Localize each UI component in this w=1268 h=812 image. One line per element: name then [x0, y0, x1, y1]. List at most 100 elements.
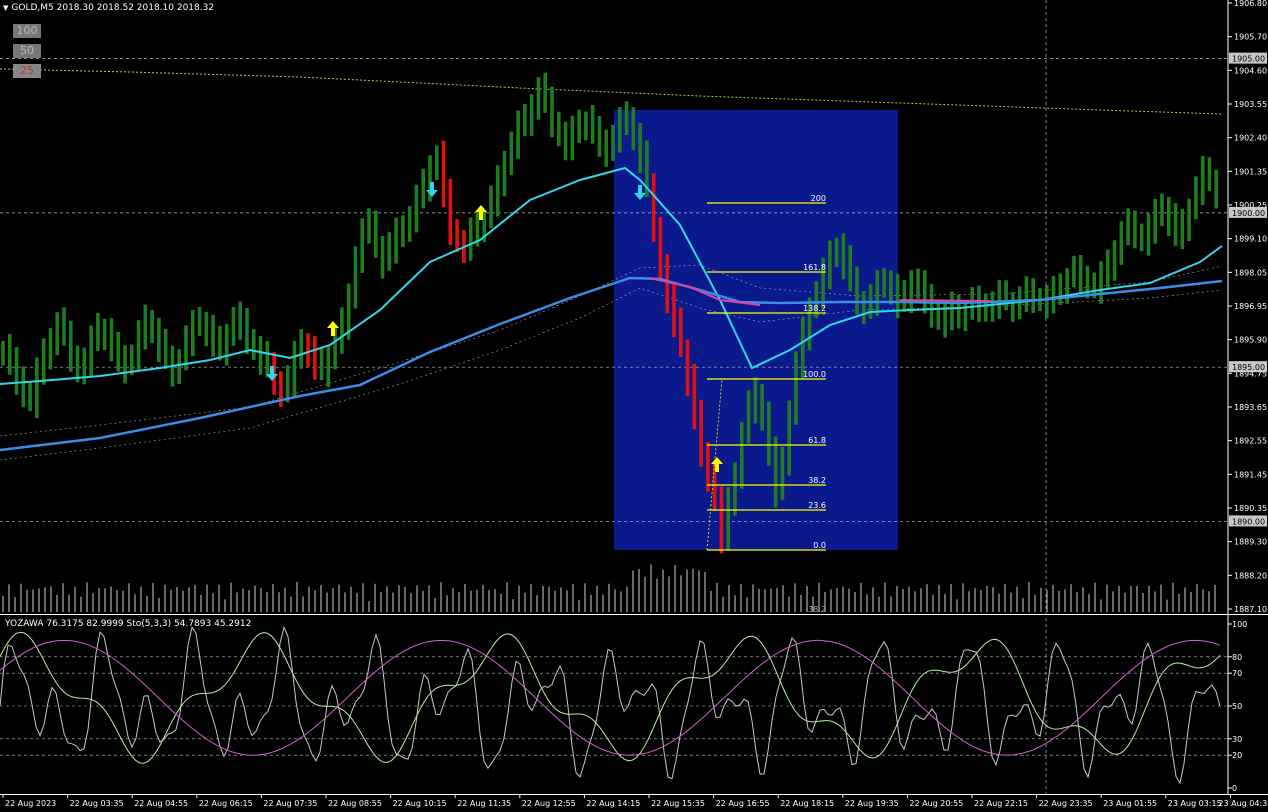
price-bar[interactable]: [231, 307, 236, 346]
price-bar[interactable]: [1, 340, 5, 366]
price-bar[interactable]: [502, 150, 507, 197]
price-bar[interactable]: [150, 310, 154, 344]
price-bar[interactable]: [299, 329, 304, 369]
price-bar[interactable]: [373, 210, 378, 258]
price-bar[interactable]: [340, 307, 344, 354]
price-bar[interactable]: [245, 307, 249, 355]
price-bar[interactable]: [258, 335, 263, 375]
price-bar[interactable]: [590, 105, 595, 144]
price-bar[interactable]: [96, 312, 100, 352]
price-bar[interactable]: [306, 333, 310, 367]
price-bar[interactable]: [909, 270, 914, 314]
price-bar[interactable]: [265, 341, 270, 378]
price-bar[interactable]: [665, 254, 670, 314]
price-bar[interactable]: [421, 168, 426, 209]
price-bar[interactable]: [658, 217, 663, 281]
price-bar[interactable]: [861, 290, 866, 324]
price-bar[interactable]: [1044, 284, 1049, 319]
price-bar[interactable]: [129, 344, 134, 376]
price-bar[interactable]: [367, 208, 371, 244]
price-bar[interactable]: [767, 401, 771, 466]
price-bar[interactable]: [75, 345, 80, 383]
price-bar[interactable]: [292, 340, 297, 397]
price-bar[interactable]: [950, 291, 954, 331]
price-bar[interactable]: [855, 266, 859, 315]
price-bar[interactable]: [997, 279, 1002, 319]
price-bar[interactable]: [62, 307, 66, 346]
price-bar[interactable]: [434, 145, 439, 180]
price-bar[interactable]: [48, 328, 53, 370]
price-bar[interactable]: [922, 270, 927, 314]
price-bar[interactable]: [983, 293, 988, 322]
price-bar[interactable]: [1031, 278, 1036, 313]
price-bar[interactable]: [414, 184, 419, 233]
price-bar[interactable]: [1085, 266, 1090, 299]
price-bar[interactable]: [1004, 280, 1008, 311]
price-bar[interactable]: [123, 345, 127, 384]
price-bar[interactable]: [523, 104, 527, 137]
price-bar[interactable]: [143, 304, 148, 350]
price-bar[interactable]: [109, 318, 114, 362]
price-bar[interactable]: [678, 307, 683, 357]
price-bar[interactable]: [1194, 176, 1198, 220]
price-bar[interactable]: [82, 347, 87, 385]
price-bar[interactable]: [468, 217, 473, 261]
price-bar[interactable]: [116, 331, 121, 372]
price-bar[interactable]: [319, 347, 324, 381]
price-bar[interactable]: [875, 270, 880, 317]
price-bar[interactable]: [68, 320, 73, 372]
price-bar[interactable]: [685, 339, 690, 397]
price-bar[interactable]: [387, 232, 392, 271]
price-bar[interactable]: [638, 123, 642, 174]
price-bar[interactable]: [739, 421, 744, 489]
price-bar[interactable]: [577, 109, 581, 144]
price-bar[interactable]: [753, 377, 758, 424]
price-bar[interactable]: [190, 310, 195, 357]
price-bar[interactable]: [631, 107, 636, 151]
price-bar[interactable]: [563, 121, 568, 161]
price-bar[interactable]: [760, 384, 764, 431]
price-bar[interactable]: [21, 366, 26, 408]
price-bar[interactable]: [977, 285, 981, 323]
price-bar[interactable]: [455, 219, 459, 253]
price-bar[interactable]: [902, 279, 907, 312]
price-bar[interactable]: [448, 178, 453, 245]
price-bar[interactable]: [14, 347, 19, 395]
price-bar[interactable]: [394, 217, 398, 264]
price-bar[interactable]: [41, 338, 46, 385]
price-bar[interactable]: [177, 349, 182, 384]
price-bar[interactable]: [726, 487, 731, 551]
price-bar[interactable]: [550, 86, 554, 138]
price-bar[interactable]: [441, 140, 446, 208]
price-bar[interactable]: [834, 237, 839, 267]
price-bar[interactable]: [1105, 249, 1110, 288]
price-bar[interactable]: [1207, 157, 1212, 191]
price-bar[interactable]: [157, 317, 161, 363]
price-bar[interactable]: [889, 270, 893, 305]
price-bar[interactable]: [326, 346, 331, 388]
price-bar[interactable]: [672, 282, 676, 338]
price-bar[interactable]: [1058, 273, 1063, 306]
price-bar[interactable]: [197, 307, 202, 336]
price-bar[interactable]: [536, 77, 541, 120]
price-bar[interactable]: [706, 441, 710, 492]
price-bar[interactable]: [204, 312, 209, 347]
price-bar[interactable]: [936, 302, 941, 330]
price-bar[interactable]: [1146, 213, 1151, 256]
price-bar[interactable]: [651, 173, 656, 243]
price-bar[interactable]: [224, 324, 229, 366]
price-bar[interactable]: [489, 185, 493, 229]
price-bar[interactable]: [55, 312, 60, 356]
price-bar[interactable]: [1180, 208, 1185, 250]
price-bar[interactable]: [1119, 221, 1124, 265]
level-button-100[interactable]: 100: [13, 24, 41, 38]
price-bar[interactable]: [780, 446, 785, 500]
price-bar[interactable]: [584, 111, 588, 141]
price-bar[interactable]: [916, 268, 920, 299]
price-bar[interactable]: [7, 334, 12, 375]
price-bar[interactable]: [1126, 208, 1130, 246]
price-bar[interactable]: [401, 215, 405, 248]
price-bar[interactable]: [509, 131, 514, 176]
price-bar[interactable]: [719, 486, 724, 554]
price-bar[interactable]: [1072, 255, 1076, 288]
